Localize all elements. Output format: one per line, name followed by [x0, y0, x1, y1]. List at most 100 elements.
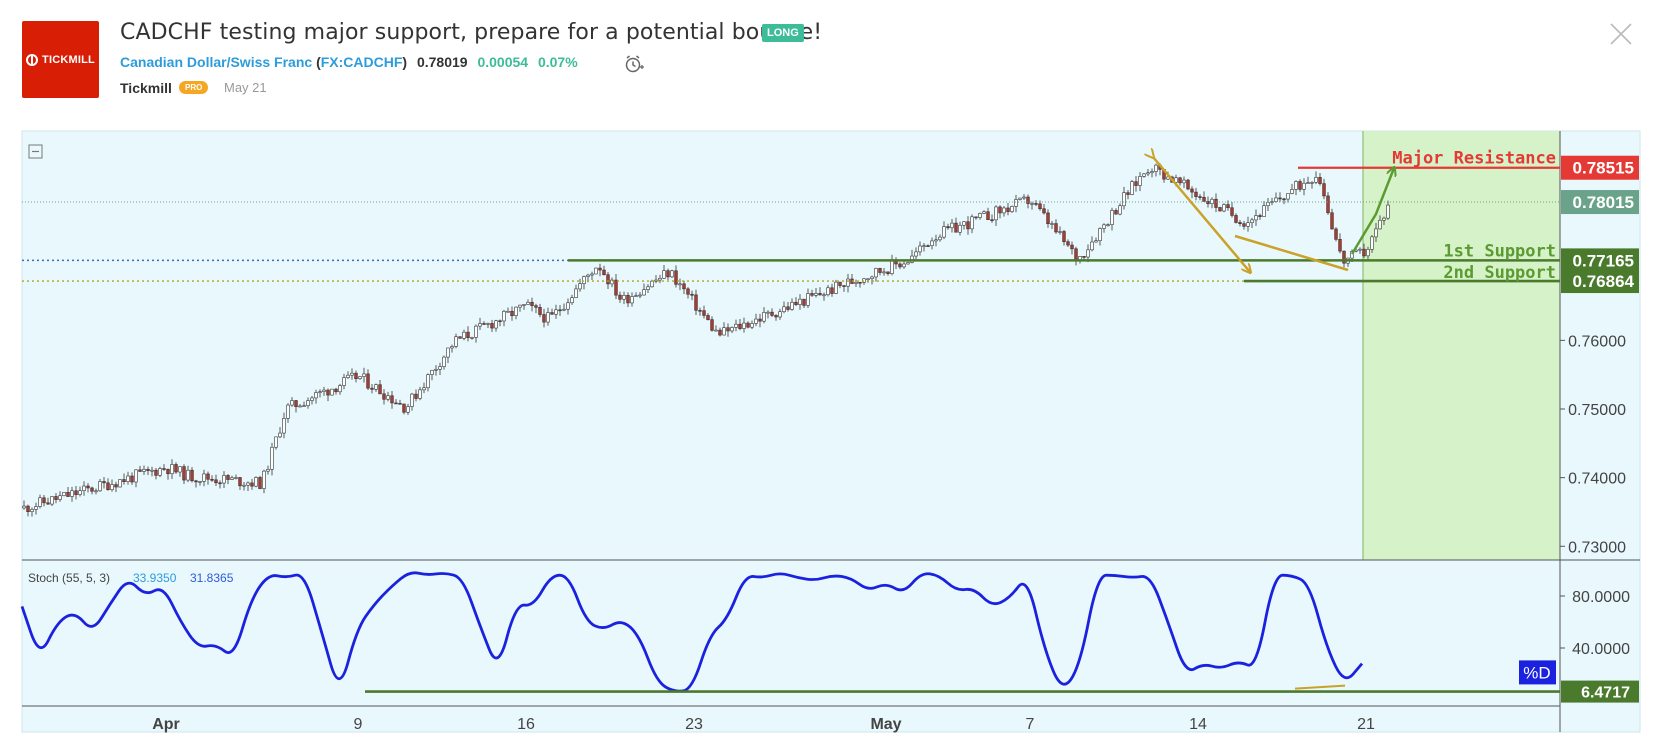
- candle-body: [46, 502, 50, 505]
- candle-body: [414, 393, 418, 399]
- candle-body: [594, 267, 598, 275]
- candle-body: [1254, 215, 1258, 221]
- candle-body: [1090, 241, 1094, 251]
- time-tick-label: 16: [517, 716, 535, 733]
- support-2-price-tag: 0.76864: [1573, 272, 1635, 291]
- time-tick-label: May: [870, 716, 901, 733]
- candle-body: [218, 482, 222, 485]
- candle-body: [702, 310, 706, 316]
- candle-body: [774, 315, 778, 318]
- candle-body: [130, 475, 134, 483]
- candle-body: [210, 478, 214, 481]
- candle-body: [1302, 182, 1306, 190]
- candle-body: [194, 480, 198, 483]
- candle-body: [974, 216, 978, 219]
- candle-body: [1110, 210, 1114, 225]
- candle-body: [1190, 188, 1194, 193]
- candle-body: [822, 294, 826, 297]
- chart[interactable]: 0.73000 0.74000 0.75000 0.76000 80.0000 40.00…: [0, 0, 1660, 752]
- candle-body: [946, 226, 950, 229]
- candle-body: [502, 310, 506, 322]
- candle-body: [50, 496, 54, 505]
- candle-body: [1266, 202, 1270, 207]
- candle-body: [882, 271, 886, 274]
- candle-body: [1138, 176, 1142, 186]
- candle-body: [598, 267, 602, 271]
- candle-body: [178, 466, 182, 473]
- current-price-tag: 0.78015: [1573, 193, 1634, 212]
- candle-body: [770, 311, 774, 316]
- candle-body: [434, 368, 438, 371]
- candle-body: [1362, 248, 1366, 257]
- price-tick-label: 0.73000: [1568, 539, 1626, 556]
- candle-body: [278, 432, 282, 438]
- candle-body: [1194, 191, 1198, 197]
- candle-body: [686, 288, 690, 295]
- time-tick-label: 14: [1189, 716, 1207, 733]
- candle-body: [1142, 173, 1146, 177]
- candle-body: [378, 384, 382, 395]
- support-1-price-tag: 0.77165: [1573, 251, 1634, 270]
- candle-body: [1182, 179, 1186, 184]
- candle-body: [262, 470, 266, 489]
- candle-body: [710, 319, 714, 331]
- candle-body: [1030, 203, 1034, 205]
- candle-body: [234, 477, 238, 479]
- candle-body: [690, 293, 694, 296]
- candle-body: [250, 482, 254, 487]
- candle-body: [566, 302, 570, 310]
- candle-body: [750, 323, 754, 328]
- candle-body: [1338, 239, 1342, 252]
- candle-body: [366, 373, 370, 389]
- stoch-support-tag: 6.4717: [1581, 685, 1630, 702]
- candle-body: [1322, 183, 1326, 197]
- candle-body: [1198, 196, 1202, 198]
- candle-body: [1038, 203, 1042, 210]
- candle-body: [362, 373, 366, 377]
- candle-body: [786, 306, 790, 310]
- candle-body: [258, 477, 262, 489]
- candle-body: [1122, 192, 1126, 207]
- candle-body: [778, 311, 782, 318]
- candle-body: [174, 464, 178, 473]
- candle-body: [458, 336, 462, 339]
- candle-body: [158, 468, 162, 476]
- candle-body: [246, 482, 250, 486]
- candle-body: [570, 297, 574, 304]
- candle-body: [682, 283, 686, 290]
- candle-body: [162, 468, 166, 470]
- candle-body: [478, 323, 482, 327]
- candle-body: [410, 393, 414, 407]
- candle-body: [190, 469, 194, 482]
- candle-body: [650, 280, 654, 288]
- candle-body: [870, 276, 874, 280]
- candle-body: [418, 389, 422, 399]
- candle-body: [558, 309, 562, 312]
- candle-body: [1150, 171, 1154, 174]
- candle-body: [706, 315, 710, 320]
- candle-body: [82, 485, 86, 491]
- candle-body: [222, 475, 226, 484]
- candle-body: [1186, 179, 1190, 190]
- candle-body: [1258, 215, 1262, 217]
- candle-body: [1002, 207, 1006, 214]
- candle-body: [554, 309, 558, 315]
- candle-body: [1014, 199, 1018, 207]
- candle-body: [1102, 224, 1106, 229]
- candle-body: [394, 402, 398, 405]
- candle-body: [470, 337, 474, 339]
- candle-body: [938, 236, 942, 241]
- candle-body: [934, 239, 938, 242]
- candle-body: [950, 222, 954, 229]
- candle-body: [874, 268, 878, 278]
- candle-body: [514, 306, 518, 316]
- candle-body: [106, 482, 110, 490]
- candle-body: [646, 286, 650, 290]
- time-tick-label: Apr: [152, 716, 180, 733]
- candle-body: [110, 484, 114, 490]
- candle-body: [550, 312, 554, 315]
- candle-body: [670, 270, 674, 278]
- candle-body: [942, 226, 946, 238]
- candle-body: [854, 281, 858, 284]
- candle-body: [186, 469, 190, 481]
